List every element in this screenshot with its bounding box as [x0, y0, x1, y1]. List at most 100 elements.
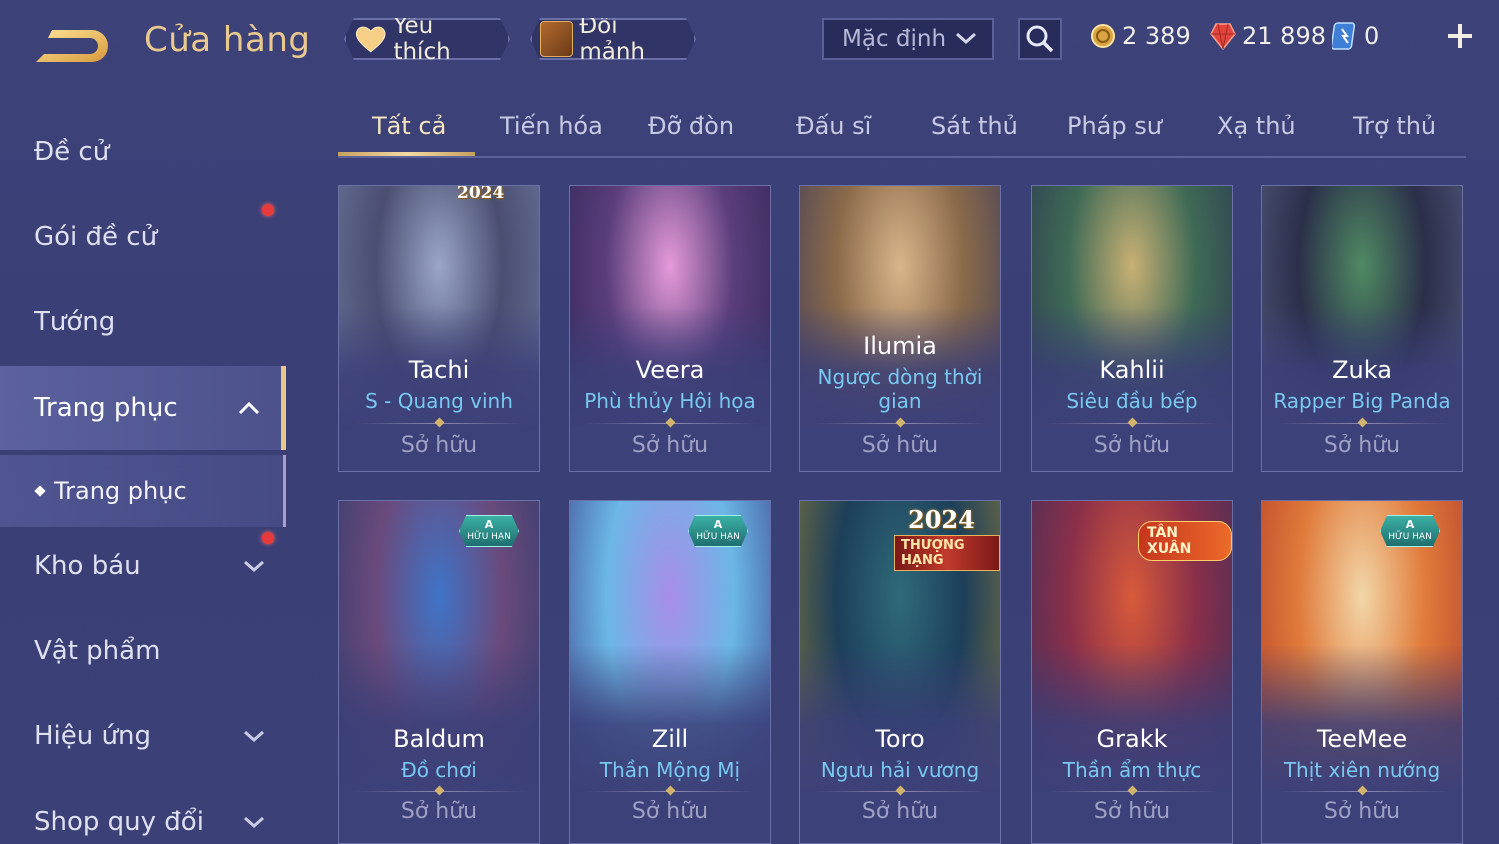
- sidebar-item-label: Kho báu: [34, 551, 141, 581]
- sidebar-item-label: Vật phẩm: [34, 636, 161, 666]
- sidebar: Đề cử Gói đề cử Tướng Trang phục Trang p…: [0, 100, 286, 844]
- limited-badge: A HỮU HẠN: [459, 515, 519, 547]
- add-currency-button[interactable]: [1444, 20, 1476, 52]
- hero-name: Zuka: [1332, 356, 1392, 384]
- hero-name: Kahlii: [1099, 356, 1165, 384]
- limited-badge: A HỮU HẠN: [688, 515, 748, 547]
- gold-currency: 2 389: [1090, 20, 1191, 52]
- hero-name: Baldum: [393, 725, 485, 753]
- skin-card-grakk[interactable]: TÂN XUÂN Grakk Thần ẩm thực Sở hữu: [1031, 500, 1233, 844]
- skin-card-toro[interactable]: 2024 THƯỢNG HẠNG Toro Ngưu hải vương Sở …: [799, 500, 1001, 844]
- chevron-down-icon: [244, 730, 264, 743]
- owned-status: Sở hữu: [861, 799, 939, 824]
- skin-name-line1: Ngược dòng thời: [817, 365, 983, 389]
- exchange-fragments-button[interactable]: Đổi mảnh: [530, 18, 696, 60]
- skin-name: Siêu đầu bếp: [1066, 389, 1198, 413]
- sidebar-item-label: Đề cử: [34, 137, 110, 167]
- skin-name: Thịt xiên nướng: [1283, 758, 1441, 782]
- hero-name: Toro: [875, 725, 925, 753]
- chevron-down-icon: [244, 560, 264, 573]
- year-badge: 2024: [908, 505, 975, 534]
- skin-card-ilumia[interactable]: Ilumia Ngược dòng thời gian Sở hữu: [799, 185, 1001, 472]
- hero-name: Tachi: [408, 356, 470, 384]
- fragment-chest-icon: [540, 21, 573, 57]
- skin-card-baldum[interactable]: A HỮU HẠN Baldum Đồ chơi Sở hữu: [338, 500, 540, 844]
- hero-name: Ilumia: [863, 332, 937, 360]
- skin-card-tachi[interactable]: 2024 Tachi S - Quang vinh Sở hữu: [338, 185, 540, 472]
- notification-dot: [262, 532, 274, 544]
- exchange-fragments-label: Đổi mảnh: [579, 13, 646, 65]
- spring-festival-badge: TÂN XUÂN: [1138, 521, 1232, 561]
- sidebar-item-label: Tướng: [34, 307, 116, 337]
- chevron-down-icon: [244, 816, 264, 829]
- voucher-card-icon: [1332, 22, 1356, 50]
- owned-status: Sở hữu: [1323, 433, 1401, 458]
- tab-evolution[interactable]: Tiến hóa: [500, 112, 603, 140]
- active-tab-indicator: [338, 152, 475, 156]
- tab-tank[interactable]: Đỡ đòn: [648, 112, 734, 140]
- tab-all[interactable]: Tất cả: [372, 112, 446, 140]
- chevron-up-icon: [238, 401, 260, 415]
- sidebar-subitem-skins[interactable]: Trang phục: [0, 455, 286, 527]
- skin-name: Rapper Big Panda: [1273, 389, 1451, 413]
- back-button[interactable]: [30, 20, 116, 68]
- favorite-button[interactable]: Yêu thích: [344, 18, 510, 60]
- skin-card-teemee[interactable]: A HỮU HẠN TeeMee Thịt xiên nướng Sở hữu: [1261, 500, 1463, 844]
- skin-name: Thần ẩm thực: [1062, 758, 1202, 782]
- skin-card-zill[interactable]: A HỮU HẠN Zill Thần Mộng Mị Sở hữu: [569, 500, 771, 844]
- tab-fighter[interactable]: Đấu sĩ: [796, 112, 871, 140]
- sidebar-item-heroes[interactable]: Tướng: [0, 280, 286, 364]
- top-bar: Cửa hàng Yêu thích Đổi mảnh Mặc định 2 3…: [0, 0, 1499, 86]
- ruby-gem-icon: [1210, 23, 1236, 50]
- sidebar-item-recommended-bundles[interactable]: Gói đề cử: [0, 195, 286, 279]
- sidebar-item-treasure[interactable]: Kho báu: [0, 524, 286, 608]
- gold-coin-icon: [1091, 24, 1115, 48]
- sidebar-item-effects[interactable]: Hiệu ứng: [0, 694, 286, 778]
- skin-card-veera[interactable]: Veera Phù thủy Hội họa Sở hữu: [569, 185, 771, 472]
- owned-status: Sở hữu: [400, 799, 478, 824]
- chevron-down-icon: [956, 32, 976, 45]
- sidebar-item-label: Hiệu ứng: [34, 721, 151, 751]
- owned-status: Sở hữu: [631, 433, 709, 458]
- sort-selected-value: Mặc định: [842, 26, 947, 52]
- sidebar-item-skins[interactable]: Trang phục: [0, 366, 286, 450]
- sidebar-item-label: Shop quy đổi: [34, 807, 204, 837]
- page-title: Cửa hàng: [144, 20, 311, 60]
- limited-badge: A HỮU HẠN: [1380, 515, 1440, 547]
- rank-badge: THƯỢNG HẠNG: [894, 535, 1000, 571]
- sidebar-item-items[interactable]: Vật phẩm: [0, 609, 286, 693]
- tab-marksman[interactable]: Xạ thủ: [1217, 112, 1296, 140]
- sidebar-item-label: Trang phục: [34, 393, 178, 423]
- tab-mage[interactable]: Pháp sư: [1067, 112, 1162, 140]
- tab-assassin[interactable]: Sát thủ: [931, 112, 1018, 140]
- search-button[interactable]: [1018, 18, 1062, 60]
- hero-name: Veera: [635, 356, 705, 384]
- skin-name: Phù thủy Hội họa: [584, 389, 756, 413]
- year-badge: 2024: [457, 185, 505, 203]
- ruby-currency: 21 898: [1210, 20, 1326, 52]
- search-icon: [1026, 25, 1054, 53]
- skin-card-zuka[interactable]: Zuka Rapper Big Panda Sở hữu: [1261, 185, 1463, 472]
- owned-status: Sở hữu: [631, 799, 709, 824]
- owned-status: Sở hữu: [400, 433, 478, 458]
- notification-dot: [262, 204, 274, 216]
- hero-name: Zill: [651, 725, 689, 753]
- skin-name: S - Quang vinh: [365, 389, 513, 413]
- skin-name: Đồ chơi: [401, 758, 477, 782]
- skin-name-line2: gian: [878, 389, 922, 413]
- sidebar-item-exchange-shop[interactable]: Shop quy đổi: [0, 780, 286, 844]
- bullet-icon: [34, 485, 46, 497]
- skin-name: Thần Mộng Mị: [599, 758, 741, 782]
- hero-name: TeeMee: [1316, 725, 1408, 753]
- skin-card-kahlii[interactable]: Kahlii Siêu đầu bếp Sở hữu: [1031, 185, 1233, 472]
- owned-status: Sở hữu: [1093, 799, 1171, 824]
- sidebar-subitem-label: Trang phục: [54, 477, 187, 505]
- favorite-label: Yêu thích: [393, 13, 451, 65]
- sidebar-item-recommended[interactable]: Đề cử: [0, 110, 286, 194]
- skin-name: Ngưu hải vương: [820, 758, 980, 782]
- tab-support[interactable]: Trợ thủ: [1353, 112, 1436, 140]
- category-tabs: Tất cả Tiến hóa Đỡ đòn Đấu sĩ Sát thủ Ph…: [338, 106, 1466, 158]
- owned-status: Sở hữu: [861, 433, 939, 458]
- sort-dropdown[interactable]: Mặc định: [822, 18, 994, 60]
- hero-name: Grakk: [1096, 725, 1168, 753]
